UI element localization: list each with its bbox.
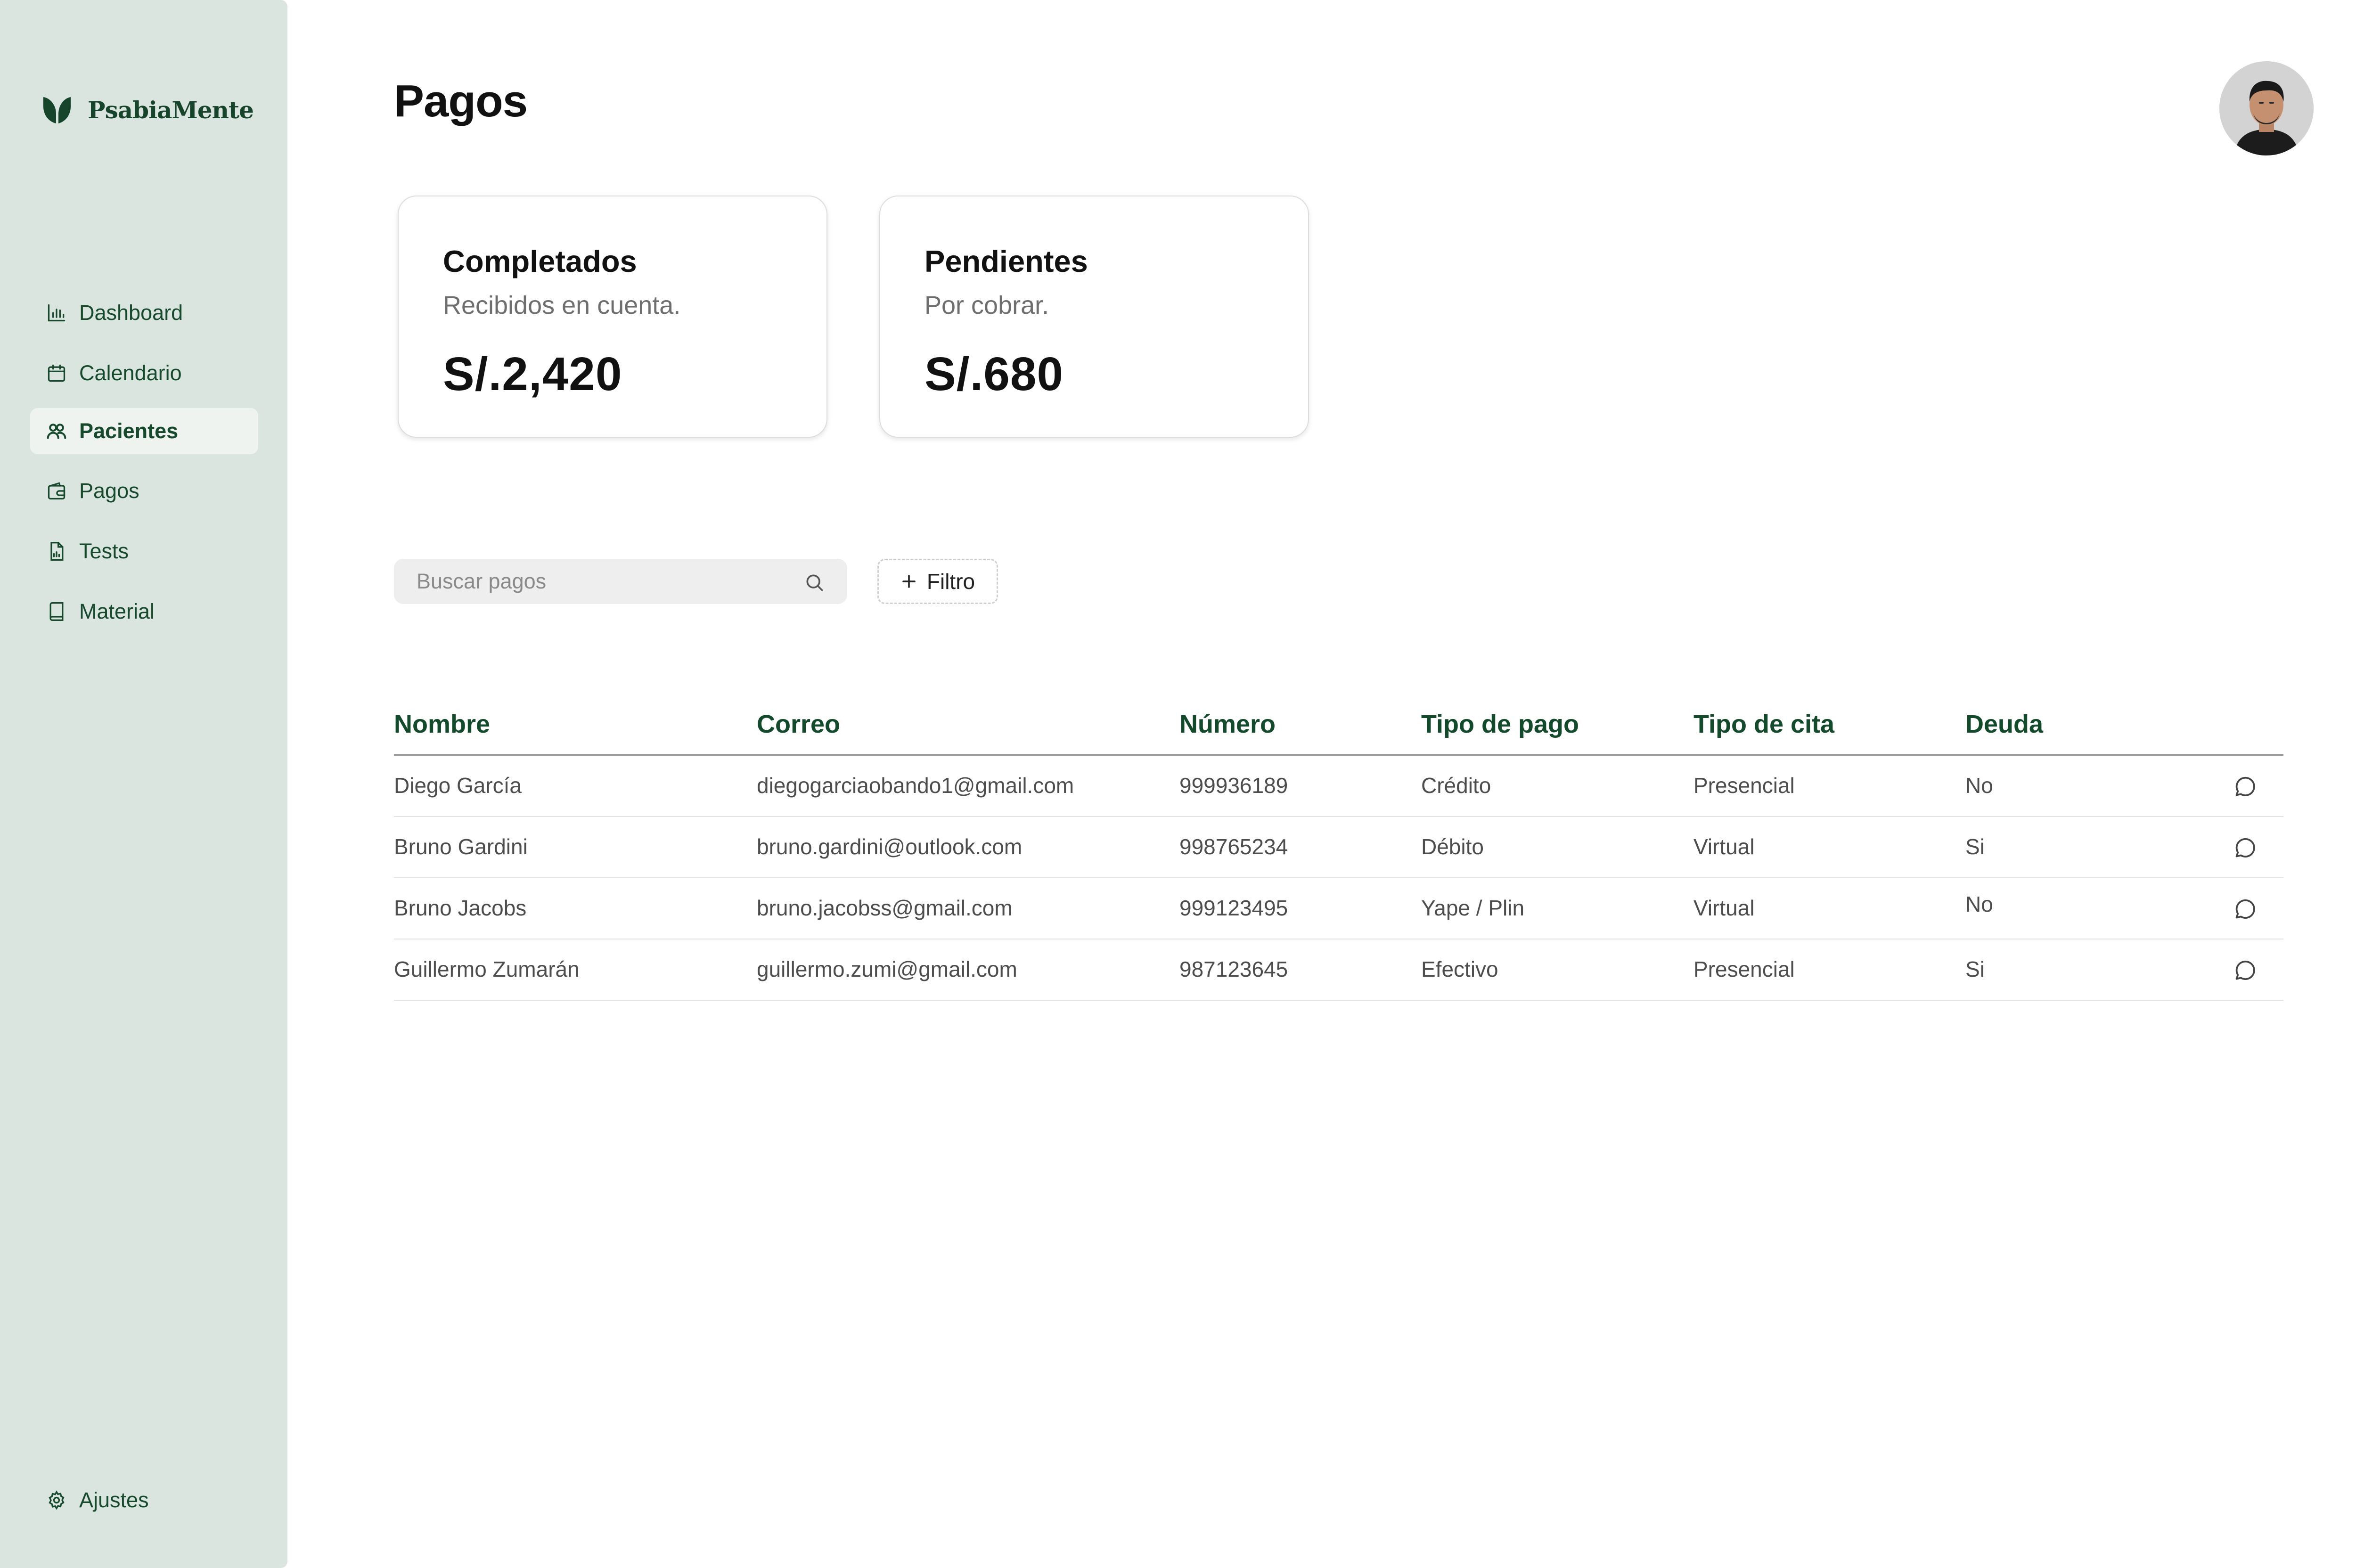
- cell-tipo-pago: Efectivo: [1421, 957, 1498, 981]
- sidebar-item-label: Calendario: [79, 361, 182, 385]
- sidebar-item-dashboard[interactable]: Dashboard: [30, 290, 258, 336]
- cell-correo: bruno.jacobss@gmail.com: [757, 896, 1013, 920]
- card-amount: S/.2,420: [443, 348, 622, 400]
- cell-numero: 999936189: [1179, 773, 1288, 798]
- book-icon: [46, 601, 67, 622]
- search-icon[interactable]: [804, 572, 825, 593]
- brand-logo[interactable]: PsabiaMente: [41, 93, 254, 126]
- cell-deuda: Si: [1965, 957, 1985, 981]
- users-icon: [46, 421, 67, 441]
- message-icon[interactable]: [2232, 774, 2258, 800]
- cell-tipo-pago: Crédito: [1421, 773, 1491, 798]
- cell-numero: 987123645: [1179, 957, 1288, 981]
- sidebar-item-label: Pagos: [79, 479, 139, 503]
- column-header[interactable]: Tipo de cita: [1693, 710, 1834, 739]
- cell-numero: 998765234: [1179, 834, 1288, 859]
- card-title: Completados: [443, 244, 637, 278]
- wallet-icon: [46, 481, 67, 501]
- sidebar-item-label: Material: [79, 599, 155, 623]
- sidebar-item-label: Pacientes: [79, 419, 179, 443]
- cell-numero: 999123495: [1179, 896, 1288, 920]
- card-subtitle: Por cobrar.: [924, 291, 1049, 319]
- column-header[interactable]: Correo: [757, 710, 840, 739]
- cell-correo: diegogarciaobando1@gmail.com: [757, 773, 1074, 798]
- filter-label: Filtro: [926, 569, 975, 594]
- cell-nombre: Bruno Gardini: [394, 834, 528, 859]
- message-icon[interactable]: [2232, 957, 2258, 984]
- sidebar-item-ajustes[interactable]: Ajustes: [30, 1477, 258, 1523]
- avatar-image: [2219, 61, 2314, 155]
- sidebar-item-label: Dashboard: [79, 301, 183, 325]
- card-pendientes: Pendientes Por cobrar. S/.680: [879, 196, 1309, 438]
- table-row[interactable]: Bruno Jacobs bruno.jacobss@gmail.com 999…: [394, 878, 2283, 939]
- cell-tipo-pago: Yape / Plin: [1421, 896, 1525, 920]
- table-header: Nombre Correo Número Tipo de pago Tipo d…: [394, 697, 2283, 756]
- message-icon[interactable]: [2232, 835, 2258, 861]
- search-box: [394, 559, 847, 604]
- cell-correo: bruno.gardini@outlook.com: [757, 834, 1023, 859]
- user-avatar[interactable]: [2219, 61, 2314, 155]
- cell-deuda: No: [1965, 773, 1993, 798]
- page-title: Pagos: [394, 76, 528, 126]
- sidebar: PsabiaMente Dashboard Calendario Pacient…: [0, 0, 287, 1568]
- card-subtitle: Recibidos en cuenta.: [443, 291, 681, 319]
- sidebar-item-calendario[interactable]: Calendario: [30, 350, 258, 396]
- sidebar-item-tests[interactable]: Tests: [30, 528, 258, 574]
- cell-correo: guillermo.zumi@gmail.com: [757, 957, 1017, 981]
- gear-icon: [46, 1490, 67, 1511]
- cell-tipo-cita: Virtual: [1693, 834, 1755, 859]
- cell-nombre: Bruno Jacobs: [394, 896, 527, 920]
- table-row[interactable]: Bruno Gardini bruno.gardini@outlook.com …: [394, 817, 2283, 878]
- document-chart-icon: [46, 541, 67, 562]
- calendar-icon: [46, 363, 67, 384]
- card-amount: S/.680: [924, 348, 1064, 400]
- cell-tipo-cita: Virtual: [1693, 896, 1755, 920]
- cell-nombre: Diego García: [394, 773, 522, 798]
- search-input[interactable]: [416, 569, 785, 594]
- cell-tipo-pago: Débito: [1421, 834, 1484, 859]
- table-row[interactable]: Guillermo Zumarán guillermo.zumi@gmail.c…: [394, 939, 2283, 1001]
- message-icon[interactable]: [2232, 896, 2258, 923]
- table-row[interactable]: Diego García diegogarciaobando1@gmail.co…: [394, 756, 2283, 817]
- sidebar-item-pagos[interactable]: Pagos: [30, 468, 258, 514]
- cell-nombre: Guillermo Zumarán: [394, 957, 580, 981]
- add-filter-button[interactable]: Filtro: [877, 559, 998, 604]
- cell-tipo-cita: Presencial: [1693, 957, 1795, 981]
- column-header[interactable]: Nombre: [394, 710, 490, 739]
- payments-table: Nombre Correo Número Tipo de pago Tipo d…: [394, 697, 2283, 1001]
- sidebar-item-material[interactable]: Material: [30, 588, 258, 635]
- cell-deuda: Si: [1965, 834, 1985, 859]
- cell-tipo-cita: Presencial: [1693, 773, 1795, 798]
- plus-icon: [900, 573, 917, 590]
- brand-name: PsabiaMente: [88, 96, 254, 124]
- leaf-logo-icon: [41, 93, 74, 126]
- sidebar-item-pacientes[interactable]: Pacientes: [30, 408, 258, 454]
- column-header[interactable]: Tipo de pago: [1421, 710, 1579, 739]
- card-completados: Completados Recibidos en cuenta. S/.2,42…: [398, 196, 827, 438]
- bar-chart-icon: [46, 302, 67, 323]
- column-header[interactable]: Deuda: [1965, 710, 2043, 739]
- sidebar-item-label: Tests: [79, 539, 129, 563]
- column-header[interactable]: Número: [1179, 710, 1276, 739]
- cell-deuda: No: [1965, 892, 1993, 916]
- card-title: Pendientes: [924, 244, 1088, 278]
- sidebar-item-label: Ajustes: [79, 1488, 149, 1512]
